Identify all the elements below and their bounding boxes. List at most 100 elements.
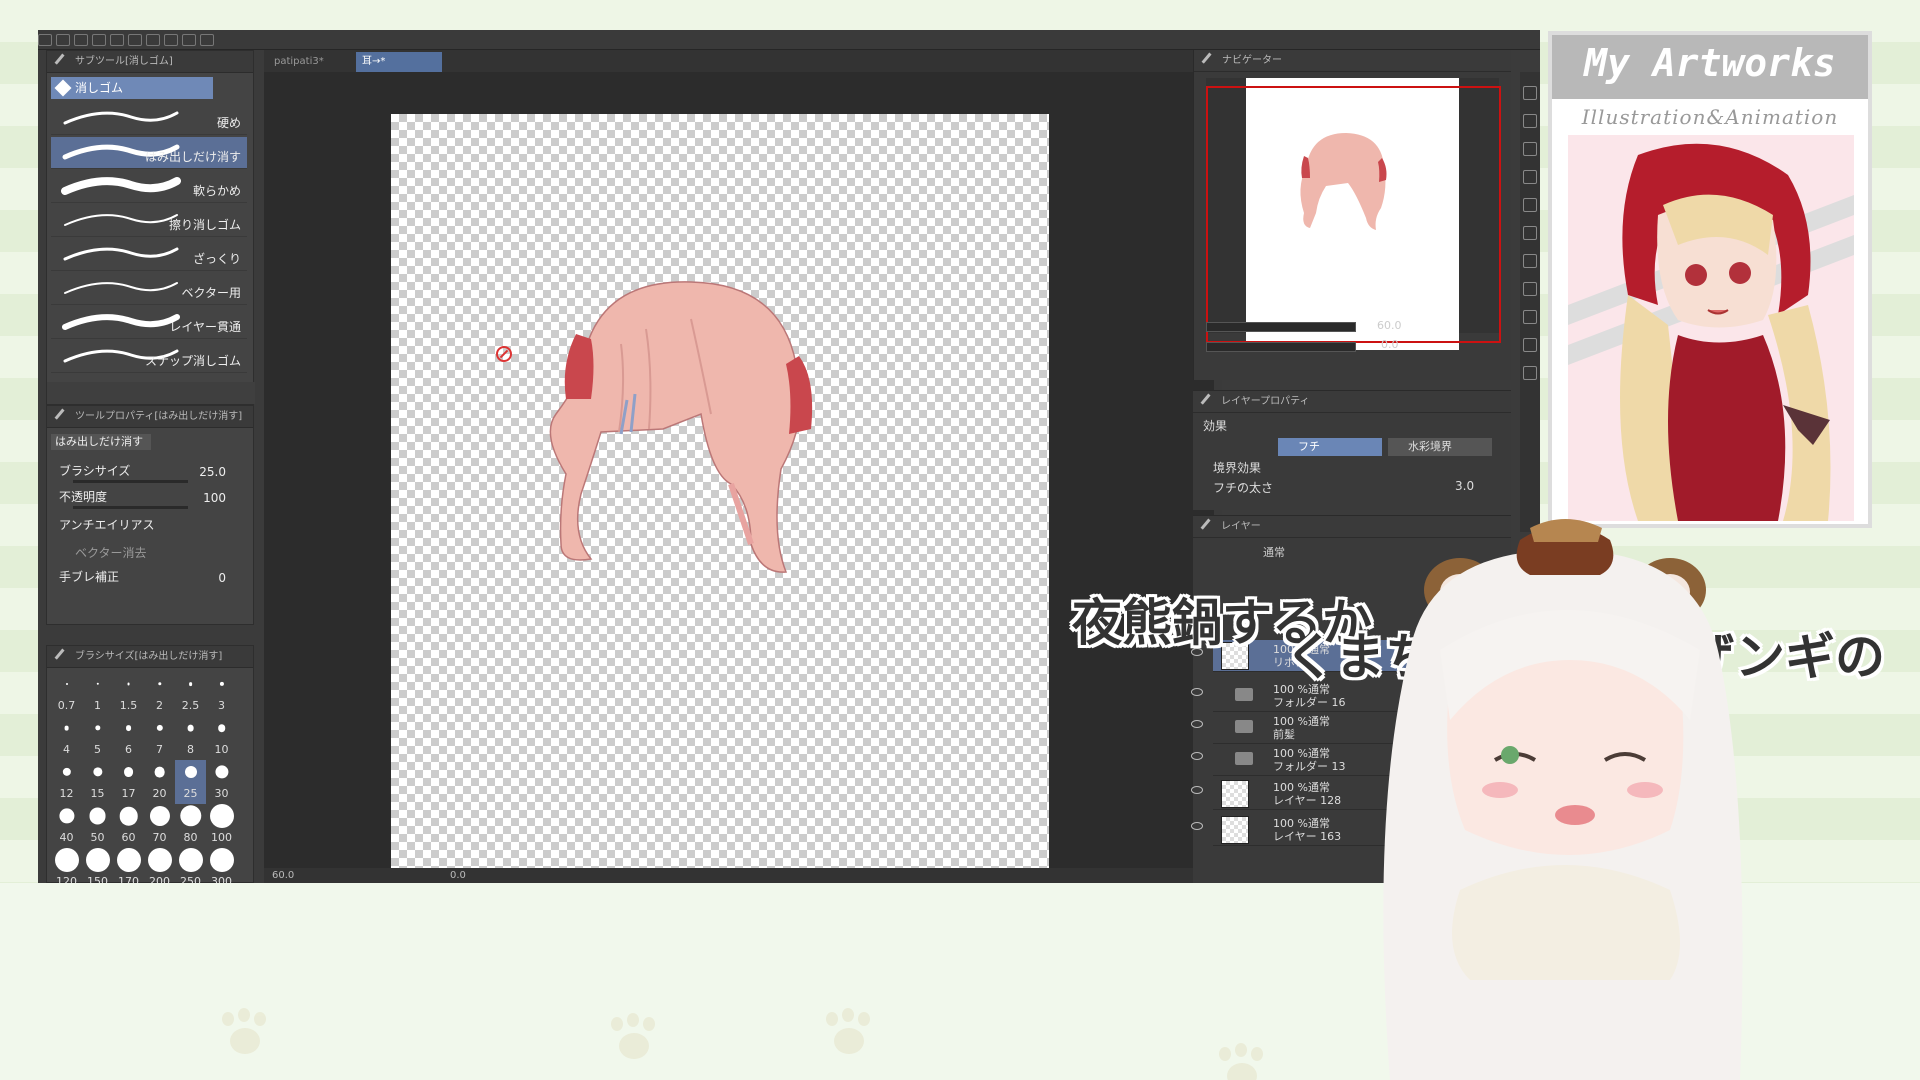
toolbar-icon[interactable] <box>56 34 70 46</box>
stabilize-value[interactable]: 0 <box>218 571 226 585</box>
brush-size-option[interactable]: 2.5 <box>175 672 206 716</box>
panel-icon[interactable] <box>1523 198 1537 212</box>
brush-item[interactable]: ざっくり <box>51 239 247 271</box>
navigator-zoom-slider[interactable] <box>1206 322 1356 332</box>
edge-width-value[interactable]: 3.0 <box>1455 479 1474 493</box>
tab-patipati3[interactable]: patipati3* <box>268 52 354 72</box>
tab-ear[interactable]: 耳→* <box>356 52 442 72</box>
opacity-row[interactable]: 不透明度 100 <box>59 488 244 510</box>
brush-size-option[interactable]: 6 <box>113 716 144 760</box>
brush-size-option[interactable]: 50 <box>82 804 113 848</box>
brush-item[interactable]: ベクター用 <box>51 273 247 305</box>
size-label: 25 <box>183 787 198 800</box>
opacity-slider[interactable] <box>73 506 188 509</box>
brush-size-option[interactable]: 100 <box>206 804 237 848</box>
panel-icon[interactable] <box>1523 366 1537 380</box>
panel-icon[interactable] <box>1523 86 1537 100</box>
brush-size-option[interactable]: 300 <box>206 848 237 883</box>
brush-size-option[interactable]: 2 <box>144 672 175 716</box>
panel-icon[interactable] <box>1523 310 1537 324</box>
navigator-zoom[interactable]: 60.0 <box>1377 319 1402 332</box>
brush-size-option[interactable]: 10 <box>206 716 237 760</box>
toolbar-icon[interactable] <box>164 34 178 46</box>
size-label: 20 <box>152 787 167 800</box>
brush-size-option[interactable]: 30 <box>206 760 237 804</box>
brush-size-option[interactable]: 40 <box>51 804 82 848</box>
brush-size-option[interactable]: 15 <box>82 760 113 804</box>
eraser-group-button[interactable]: 消しゴム <box>51 77 213 99</box>
brush-item[interactable]: レイヤー貫通 <box>51 307 247 339</box>
brush-size-option[interactable]: 120 <box>51 848 82 883</box>
panel-icon[interactable] <box>1523 170 1537 184</box>
brush-size-option[interactable]: 1.5 <box>113 672 144 716</box>
brush-size-row[interactable]: ブラシサイズ 25.0 <box>59 462 244 484</box>
eye-icon[interactable] <box>1191 786 1203 794</box>
brush-size-option[interactable]: 250 <box>175 848 206 883</box>
size-label: 5 <box>94 743 101 756</box>
blend-mode-select[interactable]: 通常 <box>1263 544 1285 560</box>
eye-icon[interactable] <box>1191 720 1203 728</box>
brush-size-option[interactable]: 17 <box>113 760 144 804</box>
vector-erase-row[interactable]: ベクター消去 <box>59 544 244 566</box>
toolbar-icon[interactable] <box>92 34 106 46</box>
eye-icon[interactable] <box>1191 752 1203 760</box>
panel-icon[interactable] <box>1523 114 1537 128</box>
brush-size-option[interactable]: 1 <box>82 672 113 716</box>
panel-icon[interactable] <box>1523 338 1537 352</box>
layerprop-header: レイヤープロパティ <box>1193 391 1511 413</box>
brush-size-option[interactable]: 4 <box>51 716 82 760</box>
brush-size-value[interactable]: 25.0 <box>199 465 226 479</box>
zoom-value[interactable]: 60.0 <box>272 868 294 883</box>
brush-size-option[interactable]: 0.7 <box>51 672 82 716</box>
brush-size-option[interactable]: 7 <box>144 716 175 760</box>
brush-size-option[interactable]: 60 <box>113 804 144 848</box>
toolbar-icon[interactable] <box>146 34 160 46</box>
panel-icon[interactable] <box>1523 142 1537 156</box>
brush-size-slider[interactable] <box>73 480 188 483</box>
navigator-rotate-slider[interactable] <box>1206 342 1356 352</box>
brush-size-option[interactable]: 150 <box>82 848 113 883</box>
toolbar-icon[interactable] <box>74 34 88 46</box>
undo-icon[interactable] <box>110 34 124 46</box>
opacity-value[interactable]: 100 <box>203 491 226 505</box>
brush-item[interactable]: 軟らかめ <box>51 171 247 203</box>
navigator-rotation[interactable]: 0.0 <box>1381 338 1399 351</box>
toolbar-icon[interactable] <box>182 34 196 46</box>
brush-item[interactable]: スナップ消しゴム <box>51 341 247 373</box>
brush-size-option[interactable]: 12 <box>51 760 82 804</box>
brush-size-option[interactable]: 8 <box>175 716 206 760</box>
size-label: 250 <box>180 875 201 883</box>
size-label: 150 <box>87 875 108 883</box>
edge-button[interactable]: フチ <box>1278 438 1382 456</box>
brush-size-option[interactable]: 70 <box>144 804 175 848</box>
rotation-value[interactable]: 0.0 <box>450 868 466 883</box>
toolbar-icon[interactable] <box>200 34 214 46</box>
watercolor-edge-button[interactable]: 水彩境界 <box>1388 438 1492 456</box>
size-dot-icon <box>85 848 110 872</box>
antialias-row[interactable]: アンチエイリアス <box>59 516 244 538</box>
brush-size-option[interactable]: 80 <box>175 804 206 848</box>
brush-size-option[interactable]: 5 <box>82 716 113 760</box>
redo-icon[interactable] <box>128 34 142 46</box>
brush-stroke-preview <box>63 111 179 125</box>
brush-size-option[interactable]: 25 <box>175 760 206 804</box>
panel-icon[interactable] <box>1523 282 1537 296</box>
navigator-view[interactable] <box>1206 78 1501 350</box>
brush-item[interactable]: 擦り消しゴム <box>51 205 247 237</box>
brush-size-option[interactable]: 170 <box>113 848 144 883</box>
right-icon-strip <box>1520 72 1540 532</box>
canvas-area[interactable] <box>264 72 1214 883</box>
panel-icon[interactable] <box>1523 226 1537 240</box>
brush-size-option[interactable]: 200 <box>144 848 175 883</box>
eye-icon[interactable] <box>1191 688 1203 696</box>
toolbar-icon[interactable] <box>38 34 52 46</box>
eye-icon[interactable] <box>1191 822 1203 830</box>
subtool-panel: サブツール[消しゴム] 消しゴム 硬め はみ出しだけ消す 軟らかめ 擦り消しゴム ざっく… <box>46 50 255 405</box>
canvas-document[interactable] <box>391 114 1049 883</box>
brush-size-option[interactable]: 3 <box>206 672 237 716</box>
stabilize-row[interactable]: 手ブレ補正 0 <box>59 568 244 590</box>
panel-icon[interactable] <box>1523 254 1537 268</box>
brush-item[interactable]: はみ出しだけ消す <box>51 137 247 169</box>
brush-size-option[interactable]: 20 <box>144 760 175 804</box>
brush-item[interactable]: 硬め <box>51 103 247 135</box>
